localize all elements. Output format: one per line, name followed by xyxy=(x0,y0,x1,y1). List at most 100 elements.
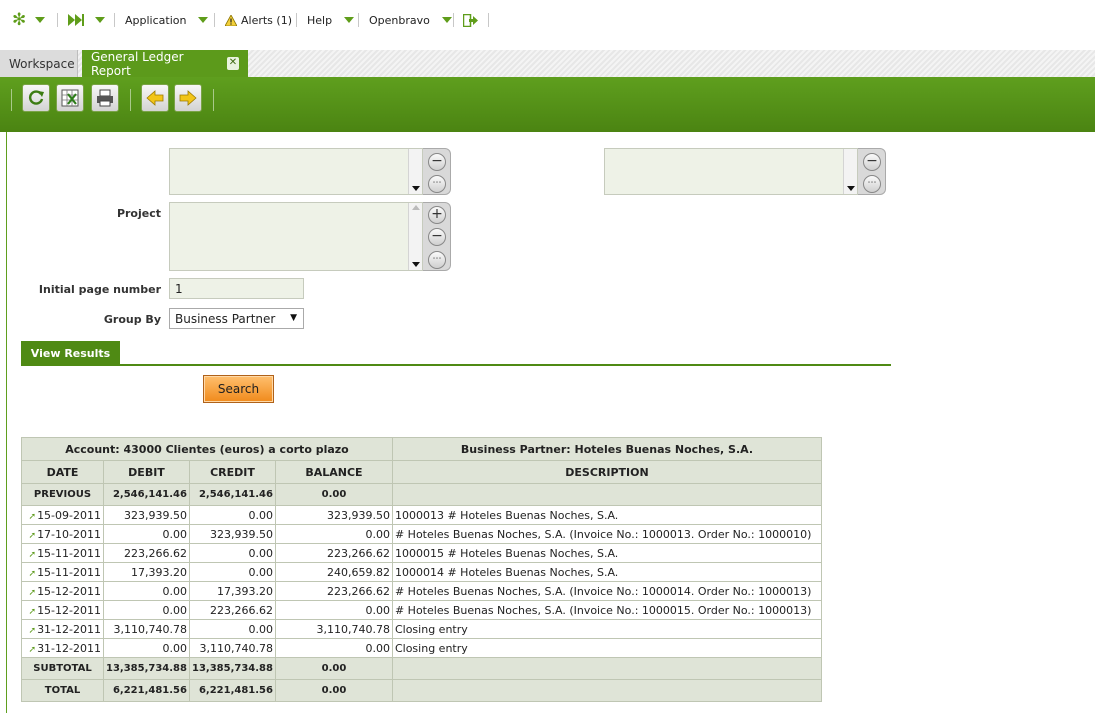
column-header: BALANCE xyxy=(274,460,393,484)
entry-date[interactable]: 15-11-2011 xyxy=(37,547,101,560)
search-button-label: Search xyxy=(217,382,260,396)
group-by-label: Group By xyxy=(103,313,161,326)
clear-all-icon[interactable]: ⋯ xyxy=(428,251,446,269)
debit-cell: 0.00 xyxy=(103,638,190,658)
group-by-select[interactable]: Business Partner ▼ xyxy=(169,308,304,329)
balance-cell: 0.00 xyxy=(274,600,393,620)
add-icon[interactable]: + xyxy=(428,206,446,224)
previous-row-credit: 2,546,141.46 xyxy=(188,483,276,506)
table-row: ➚31-12-2011 3,110,740.78 0.00 3,110,740.78 C… xyxy=(21,619,822,639)
balance-cell: 3,110,740.78 xyxy=(274,619,393,639)
clear-all-icon[interactable]: ⋯ xyxy=(428,175,446,193)
project-label: Project xyxy=(116,207,161,220)
printer-icon xyxy=(97,89,113,107)
table-row: ➚15-09-2011 323,939.50 0.00 323,939.50 10000… xyxy=(21,505,822,525)
date-cell[interactable]: ➚17-10-2011 xyxy=(21,524,104,544)
entry-date[interactable]: 15-11-2011 xyxy=(37,566,101,579)
refresh-button[interactable] xyxy=(22,84,50,112)
fast-forward-icon[interactable] xyxy=(68,14,84,26)
application-menu[interactable]: Application xyxy=(125,13,209,27)
subtotal-row-credit: 13,385,734.88 xyxy=(188,657,276,680)
chevron-down-icon[interactable] xyxy=(344,17,355,23)
multiselect-listbox[interactable] xyxy=(604,148,858,195)
openbravo-menu[interactable]: Openbravo xyxy=(369,14,452,27)
entry-date[interactable]: 15-12-2011 xyxy=(37,585,101,598)
entry-date[interactable]: 31-12-2011 xyxy=(37,642,101,655)
multiselect-listbox[interactable] xyxy=(169,148,423,195)
drilldown-arrow-icon[interactable]: ➚ xyxy=(29,512,37,522)
previous-row-label: PREVIOUS xyxy=(21,483,104,506)
entry-date[interactable]: 15-09-2011 xyxy=(37,509,101,522)
credit-cell: 223,266.62 xyxy=(188,600,276,620)
date-cell[interactable]: ➚15-11-2011 xyxy=(21,543,104,563)
recent-menu[interactable] xyxy=(68,11,105,29)
description-cell: # Hoteles Buenas Noches, S.A. (Invoice N… xyxy=(391,524,822,544)
credit-cell: 3,110,740.78 xyxy=(188,638,276,658)
drilldown-arrow-icon[interactable]: ➚ xyxy=(29,626,37,636)
debit-cell: 323,939.50 xyxy=(103,505,190,525)
next-button[interactable] xyxy=(174,84,202,112)
drilldown-arrow-icon[interactable]: ➚ xyxy=(29,550,37,560)
date-cell[interactable]: ➚15-11-2011 xyxy=(21,562,104,582)
chevron-down-icon[interactable] xyxy=(198,17,209,23)
tab-general-ledger-report[interactable]: General Ledger Report ✕ xyxy=(82,49,248,78)
date-cell[interactable]: ➚31-12-2011 xyxy=(21,619,104,639)
tab-workspace[interactable]: Workspace xyxy=(0,50,78,77)
chevron-down-icon[interactable] xyxy=(35,17,46,23)
chevron-down-icon: ▼ xyxy=(290,313,297,323)
drilldown-arrow-icon[interactable]: ➚ xyxy=(29,607,37,617)
export-excel-button[interactable] xyxy=(56,84,84,112)
total-row-label: TOTAL xyxy=(21,679,104,702)
help-menu[interactable]: Help xyxy=(307,14,355,27)
tab-workspace-label: Workspace xyxy=(9,56,75,71)
description-cell: 1000013 # Hoteles Buenas Noches, S.A. xyxy=(391,505,822,525)
remove-icon[interactable]: − xyxy=(428,228,446,246)
drilldown-arrow-icon[interactable]: ➚ xyxy=(29,588,37,598)
scrollbar[interactable] xyxy=(408,149,422,194)
previous-row-balance: 0.00 xyxy=(274,483,393,506)
scrollbar[interactable] xyxy=(408,203,422,270)
subtotal-row: SUBTOTAL 13,385,734.88 13,385,734.88 0.00 xyxy=(21,657,822,680)
previous-button[interactable] xyxy=(141,84,169,112)
quick-launch-menu[interactable]: ✻ xyxy=(12,10,46,30)
section-divider xyxy=(21,364,891,366)
warning-icon xyxy=(225,14,237,26)
tab-view-results[interactable]: View Results xyxy=(21,341,120,365)
table-row: ➚15-11-2011 223,266.62 0.00 223,266.62 10000… xyxy=(21,543,822,563)
entry-date[interactable]: 31-12-2011 xyxy=(37,623,101,636)
remove-icon[interactable]: − xyxy=(863,153,881,171)
date-cell[interactable]: ➚15-12-2011 xyxy=(21,600,104,620)
description-cell: 1000014 # Hoteles Buenas Noches, S.A. xyxy=(391,562,822,582)
chevron-down-icon[interactable] xyxy=(441,17,452,23)
table-column-headers: DATE DEBIT CREDIT BALANCE DESCRIPTION xyxy=(21,460,822,484)
print-button[interactable] xyxy=(91,84,119,112)
entry-date[interactable]: 17-10-2011 xyxy=(37,528,101,541)
credit-cell: 0.00 xyxy=(188,543,276,563)
credit-cell: 323,939.50 xyxy=(188,524,276,544)
close-icon[interactable]: ✕ xyxy=(226,57,239,70)
date-cell[interactable]: ➚31-12-2011 xyxy=(21,638,104,658)
date-cell[interactable]: ➚15-09-2011 xyxy=(21,505,104,525)
chevron-down-icon[interactable] xyxy=(95,17,105,23)
project-listbox[interactable] xyxy=(169,202,423,271)
clear-all-icon[interactable]: ⋯ xyxy=(863,175,881,193)
logout-icon[interactable] xyxy=(463,13,478,27)
drilldown-arrow-icon[interactable]: ➚ xyxy=(29,531,37,541)
tab-report-label: General Ledger Report xyxy=(91,49,184,78)
total-row-description xyxy=(391,679,822,702)
star-icon[interactable]: ✻ xyxy=(12,10,26,30)
drilldown-arrow-icon[interactable]: ➚ xyxy=(29,569,37,579)
description-cell: Closing entry xyxy=(391,619,822,639)
date-cell[interactable]: ➚15-12-2011 xyxy=(21,581,104,601)
remove-icon[interactable]: − xyxy=(428,153,446,171)
drilldown-arrow-icon[interactable]: ➚ xyxy=(29,645,37,655)
initial-page-input[interactable]: 1 xyxy=(169,278,304,299)
credit-cell: 0.00 xyxy=(188,505,276,525)
entry-date[interactable]: 15-12-2011 xyxy=(37,604,101,617)
application-menu-label: Application xyxy=(125,13,187,27)
search-button[interactable]: Search xyxy=(203,375,274,403)
column-header: DATE xyxy=(21,460,104,484)
alerts-link[interactable]: Alerts (1) xyxy=(225,14,292,27)
table-row: ➚15-12-2011 0.00 17,393.20 223,266.62 # Hote… xyxy=(21,581,822,601)
scrollbar[interactable] xyxy=(843,149,857,194)
